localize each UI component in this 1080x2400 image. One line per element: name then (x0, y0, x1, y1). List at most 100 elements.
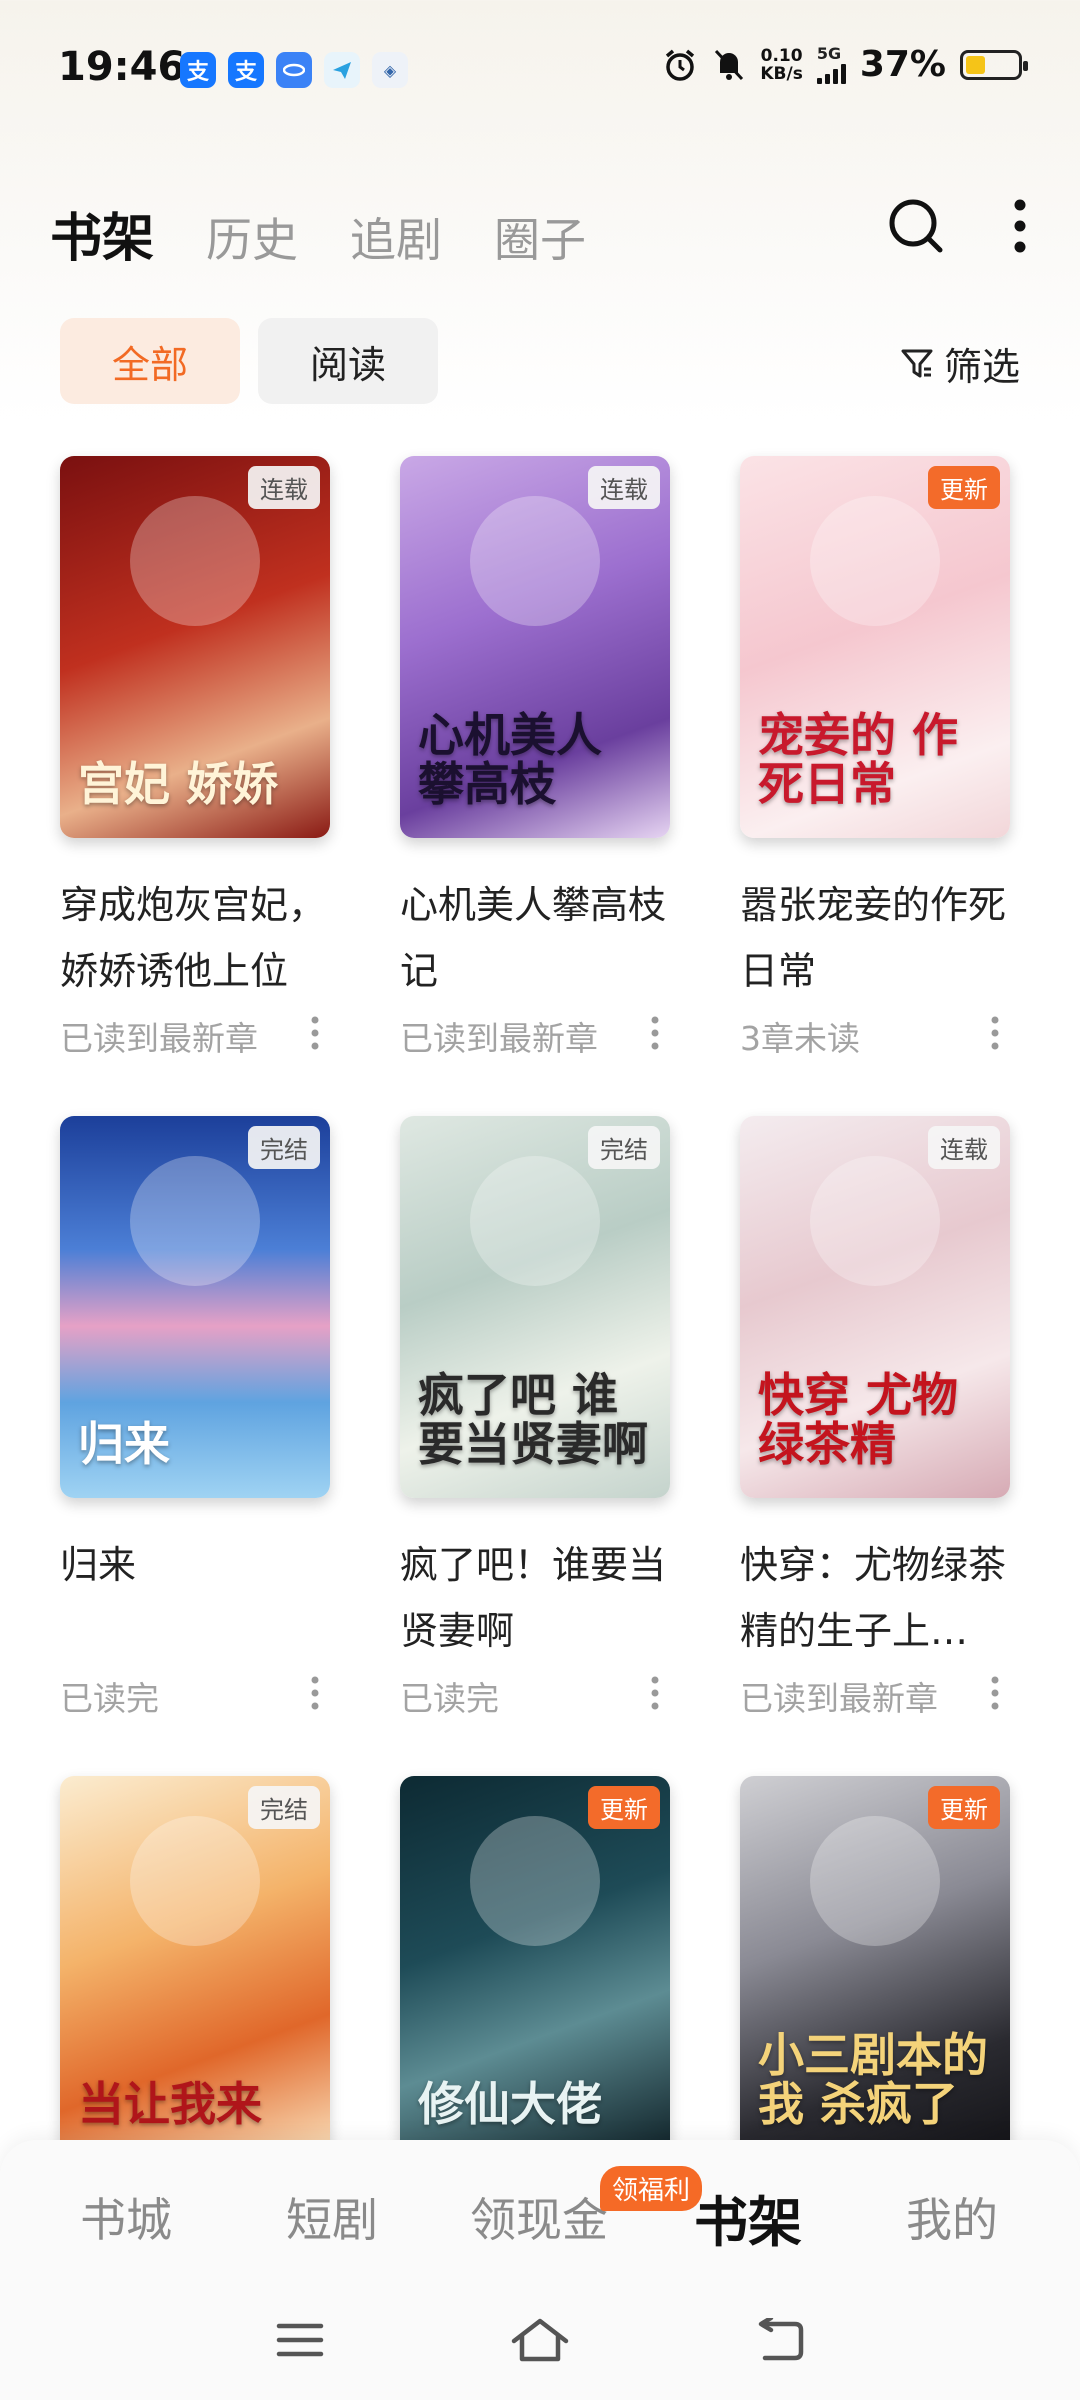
book-card[interactable]: 疯了吧 谁要当贤妻啊 完结疯了吧！谁要当贤妻啊已读完 (400, 1116, 670, 1746)
book-progress-row: 已读完 (400, 1672, 670, 1720)
book-progress: 已读到最新章 (400, 1019, 598, 1058)
nav-bookstore[interactable]: 书城 (80, 2184, 172, 2250)
cover-title: 心机美人 攀高枝 (418, 708, 602, 811)
book-title[interactable]: 快穿：尤物绿茶精的生子上… (740, 1532, 1010, 1664)
book-card[interactable]: 宫妃 娇娇 连载穿成炮灰宫妃，娇娇诱他上位已读到最新章 (60, 456, 330, 1086)
book-title[interactable]: 归来 (60, 1532, 330, 1664)
cover-title: 疯了吧 谁要当贤妻啊 (418, 1368, 648, 1471)
tab-history[interactable]: 历史 (206, 204, 298, 270)
battery-icon (960, 49, 1028, 80)
top-tabs: 书架 历史 追剧 圈子 (50, 196, 586, 271)
system-nav-bar (0, 2280, 1080, 2400)
status-app-icons: 支 支 ◈ (180, 52, 408, 88)
signal-group: 5G (816, 43, 846, 84)
book-progress: 已读完 (60, 1679, 159, 1718)
mute-icon (715, 49, 744, 80)
app-blue-icon (276, 52, 312, 88)
book-progress: 已读完 (400, 1679, 499, 1718)
status-badge: 更新 (928, 1786, 1000, 1829)
filter-chips: 全部 阅读 (60, 318, 438, 404)
menu-icon[interactable] (265, 2310, 335, 2370)
more-options-icon[interactable] (640, 1676, 670, 1716)
cover-art (810, 496, 940, 626)
cover-title: 宫妃 娇娇 (78, 756, 279, 811)
book-card[interactable]: 归来 完结归来已读完 (60, 1116, 330, 1746)
status-badge: 连载 (928, 1126, 1000, 1169)
nav-short-drama[interactable]: 短剧 (286, 2184, 378, 2250)
home-icon[interactable] (505, 2310, 575, 2370)
net-speed: 0.10 KB/s (760, 47, 802, 83)
status-badge: 完结 (588, 1126, 660, 1169)
cover-art (810, 1156, 940, 1286)
cover-art (470, 1816, 600, 1946)
alipay-icon: 支 (180, 52, 216, 88)
nav-bookshelf[interactable]: 书架 (694, 2178, 802, 2257)
alarm-icon (666, 49, 695, 81)
book-card[interactable]: 快穿 尤物绿茶精 连载快穿：尤物绿茶精的生子上… 已读到最新章 (740, 1116, 1010, 1746)
filter-label: 筛选 (943, 345, 1020, 389)
alipay-icon: 支 (228, 52, 264, 88)
status-badge: 连载 (248, 466, 320, 509)
nav-mine[interactable]: 我的 (906, 2184, 998, 2250)
book-cover[interactable]: 快穿 尤物绿茶精 连载 (740, 1116, 1010, 1498)
cover-art (130, 1816, 260, 1946)
book-card[interactable]: 心机美人 攀高枝 连载心机美人攀高枝记已读到最新章 (400, 456, 670, 1086)
net-speed-value: 0.10 (760, 45, 803, 66)
more-options-icon[interactable] (300, 1016, 330, 1056)
bank-icon: ◈ (372, 52, 408, 88)
search-icon[interactable] (886, 196, 946, 256)
status-badge: 更新 (928, 466, 1000, 509)
net-speed-unit: KB/s (760, 63, 803, 84)
signal-icon (816, 62, 846, 84)
book-cover[interactable]: 小三剧本的我 杀疯了 更新 (740, 1776, 1010, 2158)
status-bar: 19:46 支 支 ◈ 0.10 KB/s 5G 37% (0, 0, 1080, 140)
book-cover[interactable]: 修仙大佬 更新 (400, 1776, 670, 2158)
book-cover[interactable]: 宠妾的 作死日常 更新 (740, 456, 1010, 838)
more-options-icon[interactable] (300, 1676, 330, 1716)
book-title[interactable]: 疯了吧！谁要当贤妻啊 (400, 1532, 670, 1664)
book-cover[interactable]: 疯了吧 谁要当贤妻啊 完结 (400, 1116, 670, 1498)
book-progress-row: 已读完 (60, 1672, 330, 1720)
cover-art (470, 496, 600, 626)
book-title[interactable]: 心机美人攀高枝记 (400, 872, 670, 1004)
status-right: 0.10 KB/s 5G 37% (662, 43, 1028, 85)
book-title[interactable]: 嚣张宠妾的作死日常 (740, 872, 1010, 1004)
more-options-icon[interactable] (640, 1016, 670, 1056)
network-type: 5G (816, 43, 842, 63)
send-icon (324, 52, 360, 88)
more-options-icon[interactable] (980, 1676, 1010, 1716)
book-card[interactable]: 宠妾的 作死日常 更新 嚣张宠妾的作死日常 3章未读 (740, 456, 1010, 1086)
cover-art (130, 496, 260, 626)
book-cover[interactable]: 宫妃 娇娇 连载 (60, 456, 330, 838)
book-cover[interactable]: 心机美人 攀高枝 连载 (400, 456, 670, 838)
cover-title: 快穿 尤物绿茶精 (758, 1368, 959, 1471)
more-options-icon[interactable] (980, 1016, 1010, 1056)
book-progress-row: 已读到最新章 (60, 1012, 330, 1060)
cover-art (810, 1816, 940, 1946)
filter-button[interactable]: 筛选 (900, 336, 1020, 391)
cover-title: 宠妾的 作死日常 (758, 708, 959, 811)
book-progress: 已读到最新章 (740, 1679, 938, 1718)
tab-bookshelf[interactable]: 书架 (50, 196, 154, 271)
book-cover[interactable]: 当让我来 完结 (60, 1776, 330, 2158)
status-badge: 完结 (248, 1786, 320, 1829)
cover-title: 修仙大佬 (418, 2076, 602, 2131)
book-progress-row: 已读到最新章 (400, 1012, 670, 1060)
back-icon[interactable] (745, 2310, 815, 2370)
filter-icon (901, 349, 933, 377)
status-badge: 完结 (248, 1126, 320, 1169)
battery-percent: 37% (859, 44, 946, 85)
chip-reading[interactable]: 阅读 (258, 318, 438, 404)
welfare-badge[interactable]: 领福利 (600, 2166, 703, 2211)
book-progress-row: 已读到最新章 (740, 1672, 1010, 1720)
cover-art (130, 1156, 260, 1286)
chip-all[interactable]: 全部 (60, 318, 240, 404)
cover-title: 小三剧本的我 杀疯了 (758, 2028, 988, 2131)
tab-circle[interactable]: 圈子 (494, 204, 586, 270)
more-vertical-icon[interactable] (1010, 196, 1030, 256)
book-cover[interactable]: 归来 完结 (60, 1116, 330, 1498)
book-title[interactable]: 穿成炮灰宫妃，娇娇诱他上位 (60, 872, 330, 1004)
cover-art (470, 1156, 600, 1286)
nav-cash[interactable]: 领现金 (470, 2184, 608, 2250)
tab-drama[interactable]: 追剧 (350, 204, 442, 270)
